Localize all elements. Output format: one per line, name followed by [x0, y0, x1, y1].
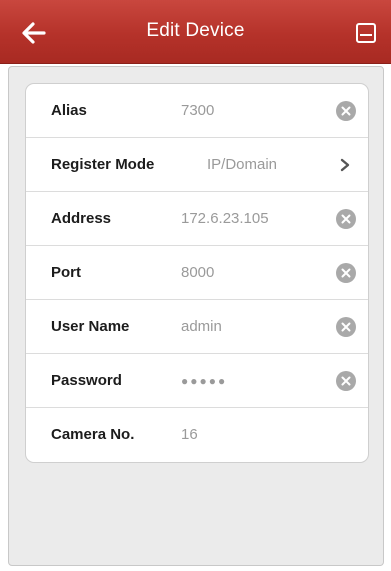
- camera-no-field[interactable]: 16: [181, 408, 198, 462]
- address-row[interactable]: Address 172.6.23.105: [26, 192, 368, 246]
- clear-address-button[interactable]: [336, 209, 356, 229]
- alias-row[interactable]: Alias 7300: [26, 84, 368, 138]
- password-label: Password: [51, 372, 122, 389]
- save-icon: [356, 23, 376, 43]
- clear-password-button[interactable]: [336, 371, 356, 391]
- clear-user-name-button[interactable]: [336, 317, 356, 337]
- clear-icon: [341, 376, 351, 386]
- address-label: Address: [51, 210, 112, 227]
- password-field[interactable]: ●●●●●: [181, 354, 227, 408]
- clear-port-button[interactable]: [336, 263, 356, 283]
- port-row[interactable]: Port 8000: [26, 246, 368, 300]
- register-mode-chevron[interactable]: [338, 157, 352, 173]
- save-button[interactable]: [353, 20, 379, 46]
- password-row[interactable]: Password ●●●●●: [26, 354, 368, 408]
- address-field[interactable]: 172.6.23.105: [181, 192, 269, 246]
- clear-icon: [341, 322, 351, 332]
- user-name-row[interactable]: User Name admin: [26, 300, 368, 354]
- user-name-label: User Name: [51, 318, 130, 335]
- camera-no-label: Camera No.: [51, 426, 135, 443]
- content-area: Alias 7300 Register Mode IP/Domain Addre…: [8, 66, 384, 566]
- page-title: Edit Device: [146, 20, 245, 41]
- chevron-right-icon: [340, 158, 350, 172]
- navigation-bar: Edit Device: [0, 0, 391, 64]
- user-name-field[interactable]: admin: [181, 300, 222, 354]
- register-mode-row[interactable]: Register Mode IP/Domain: [26, 138, 368, 192]
- register-mode-label: Register Mode: [51, 156, 155, 173]
- clear-icon: [341, 268, 351, 278]
- clear-alias-button[interactable]: [336, 101, 356, 121]
- register-mode-value: IP/Domain: [207, 156, 278, 173]
- alias-field[interactable]: 7300: [181, 84, 214, 138]
- port-field[interactable]: 8000: [181, 246, 214, 300]
- port-label: Port: [51, 264, 81, 281]
- clear-icon: [341, 214, 351, 224]
- clear-icon: [341, 106, 351, 116]
- device-form: Alias 7300 Register Mode IP/Domain Addre…: [25, 83, 369, 463]
- camera-no-row[interactable]: Camera No. 16: [26, 408, 368, 462]
- edit-device-screen: Edit Device Alias 7300 Register Mode IP/…: [0, 0, 391, 571]
- alias-label: Alias: [51, 102, 87, 119]
